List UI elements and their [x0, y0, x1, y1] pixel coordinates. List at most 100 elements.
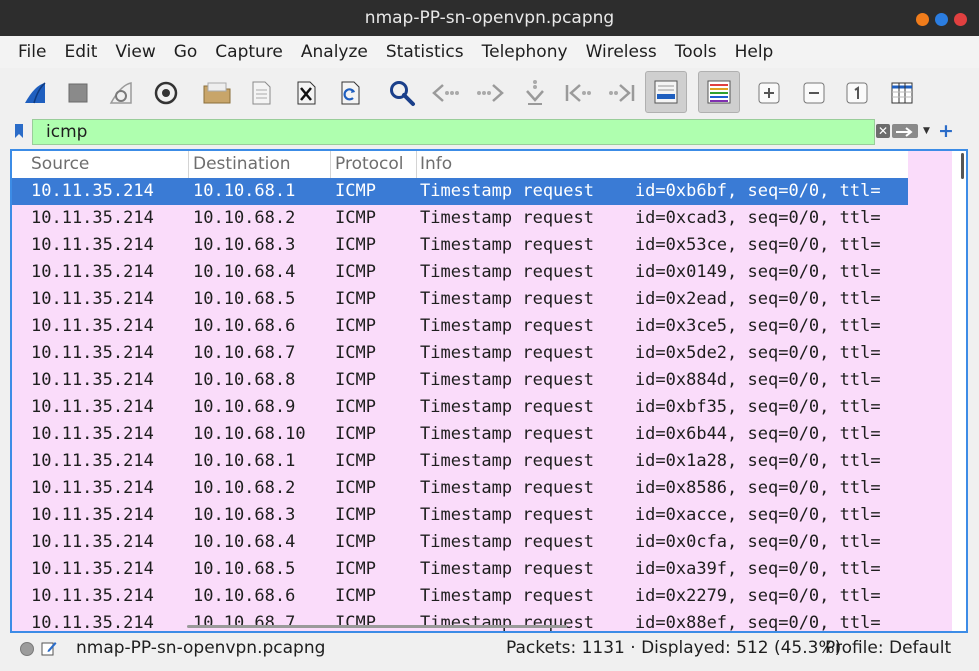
packet-row[interactable]: 10.11.35.214 10.10.68.1 ICMP Timestamp requ…: [12, 448, 908, 475]
packet-row[interactable]: 10.11.35.214 10.10.68.4 ICMP Timestamp requ…: [12, 529, 908, 556]
menu-analyze[interactable]: Analyze: [292, 42, 377, 62]
packet-row[interactable]: 10.11.35.214 10.10.68.3 ICMP Timestamp requ…: [12, 232, 908, 259]
display-filter-input[interactable]: icmp: [32, 119, 875, 145]
packet-destination: 10.10.68.10: [193, 424, 306, 444]
maximize-button[interactable]: [935, 13, 948, 26]
vertical-scrollbar-thumb[interactable]: [961, 153, 964, 179]
go-back-icon[interactable]: [428, 75, 464, 111]
packet-info: Timestamp request id=0x0149, seq=0/0, tt…: [420, 262, 881, 282]
packet-row[interactable]: 10.11.35.214 10.10.68.6 ICMP Timestamp requ…: [12, 313, 908, 340]
packet-protocol: ICMP: [335, 559, 376, 579]
menu-file[interactable]: File: [0, 42, 55, 62]
column-header-source[interactable]: Source: [31, 154, 89, 174]
display-filter-bar: icmp ✕ ▼ +: [10, 119, 969, 145]
zoom-out-icon[interactable]: [796, 75, 832, 111]
packet-protocol: ICMP: [335, 289, 376, 309]
clear-filter-icon[interactable]: ✕: [876, 124, 890, 138]
column-divider[interactable]: [416, 151, 417, 178]
packet-destination: 10.10.68.5: [193, 559, 296, 579]
vertical-scrollbar[interactable]: [956, 153, 966, 629]
packet-info: Timestamp request id=0x53ce, seq=0/0, tt…: [420, 235, 881, 255]
column-header-protocol[interactable]: Protocol: [335, 154, 404, 174]
menu-tools[interactable]: Tools: [666, 42, 726, 62]
packet-row[interactable]: 10.11.35.214 10.10.68.8 ICMP Timestamp requ…: [12, 367, 908, 394]
menu-wireless[interactable]: Wireless: [577, 42, 666, 62]
packet-row[interactable]: 10.11.35.214 10.10.68.3 ICMP Timestamp requ…: [12, 502, 908, 529]
packet-info: Timestamp request id=0x6b44, seq=0/0, tt…: [420, 424, 881, 444]
packet-protocol: ICMP: [335, 532, 376, 552]
colorize-icon[interactable]: [698, 71, 740, 113]
go-last-icon[interactable]: [604, 75, 640, 111]
packet-row[interactable]: 10.11.35.214 10.10.68.4 ICMP Timestamp requ…: [12, 259, 908, 286]
packet-info: Timestamp request id=0x2ead, seq=0/0, tt…: [420, 289, 881, 309]
packet-destination: 10.10.68.6: [193, 316, 296, 336]
packet-row[interactable]: 10.11.35.214 10.10.68.9 ICMP Timestamp requ…: [12, 394, 908, 421]
column-header-info[interactable]: Info: [420, 154, 452, 174]
packet-row[interactable]: 10.11.35.214 10.10.68.2 ICMP Timestamp requ…: [12, 205, 908, 232]
packet-row[interactable]: 10.11.35.214 10.10.68.7 ICMP Timestamp requ…: [12, 610, 908, 633]
menu-view[interactable]: View: [106, 42, 164, 62]
apply-filter-icon[interactable]: [892, 124, 918, 138]
close-file-icon[interactable]: [288, 75, 324, 111]
packet-row[interactable]: 10.11.35.214 10.10.68.2 ICMP Timestamp requ…: [12, 475, 908, 502]
horizontal-scrollbar[interactable]: [187, 625, 567, 628]
zoom-in-icon[interactable]: [751, 75, 787, 111]
resize-columns-icon[interactable]: [884, 75, 920, 111]
packet-source: 10.11.35.214: [31, 262, 154, 282]
packet-info: Timestamp request id=0x8586, seq=0/0, tt…: [420, 478, 881, 498]
minimize-button[interactable]: [916, 13, 929, 26]
packet-row[interactable]: 10.11.35.214 10.10.68.6 ICMP Timestamp requ…: [12, 583, 908, 610]
packet-destination: 10.10.68.3: [193, 235, 296, 255]
stop-capture-icon[interactable]: [60, 75, 96, 111]
column-header-destination[interactable]: Destination: [193, 154, 291, 174]
packet-destination: 10.10.68.1: [193, 451, 296, 471]
packet-info: Timestamp request id=0x88ef, seq=0/0, tt…: [420, 613, 881, 633]
packet-protocol: ICMP: [335, 235, 376, 255]
menu-edit[interactable]: Edit: [55, 42, 106, 62]
capture-options-icon[interactable]: [148, 75, 184, 111]
menu-help[interactable]: Help: [726, 42, 783, 62]
menu-telephony[interactable]: Telephony: [473, 42, 577, 62]
reload-file-icon[interactable]: [332, 75, 368, 111]
start-capture-icon[interactable]: [17, 75, 53, 111]
packet-protocol: ICMP: [335, 316, 376, 336]
add-filter-button-icon[interactable]: +: [938, 120, 954, 142]
packet-row[interactable]: 10.11.35.214 10.10.68.10 ICMP Timestamp req…: [12, 421, 908, 448]
packet-protocol: ICMP: [335, 586, 376, 606]
packet-destination: 10.10.68.4: [193, 532, 296, 552]
recent-filters-dropdown-icon[interactable]: ▼: [923, 126, 930, 136]
packet-destination: 10.10.68.1: [193, 181, 296, 201]
packet-info: Timestamp request id=0xcad3, seq=0/0, tt…: [420, 208, 881, 228]
packet-row[interactable]: 10.11.35.214 10.10.68.7 ICMP Timestamp requ…: [12, 340, 908, 367]
status-bar: nmap-PP-sn-openvpn.pcapng Packets: 1131 …: [0, 633, 979, 671]
packet-list[interactable]: Source Destination Protocol Info 10.11.3…: [10, 149, 968, 633]
go-first-icon[interactable]: [560, 75, 596, 111]
normal-size-icon[interactable]: [839, 75, 875, 111]
bookmark-icon[interactable]: [14, 123, 24, 139]
close-button[interactable]: [954, 13, 967, 26]
packet-source: 10.11.35.214: [31, 424, 154, 444]
save-file-icon[interactable]: [243, 75, 279, 111]
open-file-icon[interactable]: [199, 75, 235, 111]
auto-scroll-icon[interactable]: [645, 71, 687, 113]
go-to-packet-icon[interactable]: [517, 75, 553, 111]
expert-info-icon[interactable]: [20, 642, 34, 656]
packet-destination: 10.10.68.2: [193, 208, 296, 228]
restart-capture-icon[interactable]: [103, 75, 139, 111]
menu-statistics[interactable]: Statistics: [377, 42, 473, 62]
window-controls: [916, 13, 967, 26]
packet-info: Timestamp request id=0x2279, seq=0/0, tt…: [420, 586, 881, 606]
menu-capture[interactable]: Capture: [206, 42, 292, 62]
packet-row-selected[interactable]: 10.11.35.214 10.10.68.1 ICMP Timestamp requ…: [12, 178, 908, 205]
packet-source: 10.11.35.214: [31, 532, 154, 552]
menu-go[interactable]: Go: [165, 42, 207, 62]
go-forward-icon[interactable]: [472, 75, 508, 111]
find-packet-icon[interactable]: [384, 75, 420, 111]
status-profile[interactable]: Profile: Default: [825, 638, 951, 658]
capture-comment-icon[interactable]: [41, 640, 57, 656]
packet-info: Timestamp request id=0x5de2, seq=0/0, tt…: [420, 343, 881, 363]
packet-row[interactable]: 10.11.35.214 10.10.68.5 ICMP Timestamp requ…: [12, 556, 908, 583]
column-divider[interactable]: [330, 151, 331, 178]
column-divider[interactable]: [188, 151, 189, 178]
packet-row[interactable]: 10.11.35.214 10.10.68.5 ICMP Timestamp requ…: [12, 286, 908, 313]
